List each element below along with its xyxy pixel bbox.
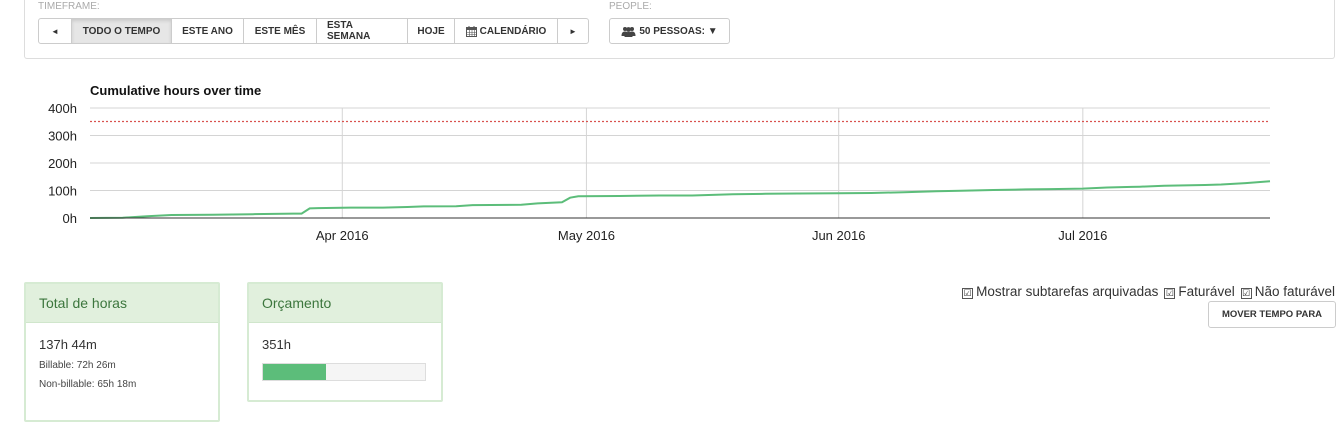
- y-tick-label: 0h: [63, 211, 77, 226]
- checkbox-checked-icon: ☑: [1240, 288, 1252, 299]
- x-tick-label: Jun 2016: [812, 228, 866, 243]
- prev-period-button[interactable]: ◄: [38, 18, 72, 44]
- budget-value: 351h: [262, 337, 291, 352]
- total-hours-title: Total de horas: [26, 284, 218, 323]
- calendar-icon: [465, 25, 477, 37]
- next-period-button[interactable]: ►: [557, 18, 589, 44]
- users-icon: [621, 26, 636, 37]
- budget-title: Orçamento: [249, 284, 441, 323]
- x-tick-label: May 2016: [558, 228, 615, 243]
- y-tick-label: 400h: [48, 101, 77, 116]
- chart-x-axis: Apr 2016 May 2016 Jun 2016 Jul 2016: [316, 228, 1108, 243]
- x-tick-label: Jul 2016: [1058, 228, 1107, 243]
- today-button[interactable]: HOJE: [407, 18, 455, 44]
- chart-title: Cumulative hours over time: [90, 83, 261, 98]
- billable-hours: Billable: 72h 26m: [39, 360, 116, 371]
- this-year-button[interactable]: ESTE ANO: [171, 18, 244, 44]
- y-tick-label: 200h: [48, 156, 77, 171]
- total-hours-value: 137h 44m: [39, 337, 97, 352]
- chart-grid: [90, 107, 1270, 218]
- next-icon: ►: [569, 26, 577, 36]
- billable-label: Faturável: [1178, 284, 1235, 299]
- y-tick-label: 300h: [48, 129, 77, 144]
- total-hours-card: Total de horas 137h 44m Billable: 72h 26…: [24, 282, 220, 422]
- nonbillable-label: Não faturável: [1254, 284, 1335, 299]
- chart-y-axis: 0h 100h 200h 300h 400h: [48, 101, 77, 226]
- nonbillable-hours: Non-billable: 65h 18m: [39, 379, 137, 390]
- move-time-button[interactable]: MOVER TEMPO PARA: [1208, 301, 1336, 328]
- people-dropdown[interactable]: 50 PESSOAS: ▼: [609, 18, 730, 44]
- y-tick-label: 100h: [48, 184, 77, 199]
- show-archived-label: Mostrar subtarefas arquivadas: [976, 284, 1159, 299]
- all-time-button[interactable]: TODO O TEMPO: [71, 18, 172, 44]
- checkbox-checked-icon: ☑: [1164, 288, 1176, 299]
- calendar-button[interactable]: CALENDÁRIO: [454, 18, 558, 44]
- display-options: ☑ Mostrar subtarefas arquivadas ☑ Faturáve…: [962, 284, 1335, 299]
- prev-icon: ◄: [51, 26, 59, 36]
- timeframe-label: TIMEFRAME:: [38, 1, 100, 12]
- this-week-button[interactable]: ESTA SEMANA: [316, 18, 408, 44]
- cumulative-hours-chart: Cumulative hours over time 0h 100h 200h 300…: [48, 83, 1271, 243]
- budget-progress-bar: [262, 363, 426, 381]
- budget-progress-fill: [263, 364, 327, 380]
- series-line: [89, 180, 1271, 219]
- people-label: PEOPLE:: [609, 1, 652, 12]
- x-tick-label: Apr 2016: [316, 228, 369, 243]
- billable-checkbox[interactable]: ☑ Faturável: [1164, 284, 1235, 299]
- nonbillable-checkbox[interactable]: ☑ Não faturável: [1240, 284, 1335, 299]
- show-archived-checkbox[interactable]: ☑ Mostrar subtarefas arquivadas: [962, 284, 1158, 299]
- timeframe-button-group: ◄ TODO O TEMPO ESTE ANO ESTE MÊS ESTA SE…: [38, 18, 589, 44]
- people-dropdown-label: 50 PESSOAS: ▼: [639, 25, 718, 37]
- calendar-button-label: CALENDÁRIO: [479, 25, 547, 37]
- budget-card: Orçamento 351h: [247, 282, 443, 402]
- this-month-button[interactable]: ESTE MÊS: [243, 18, 317, 44]
- checkbox-checked-icon: ☑: [962, 288, 974, 299]
